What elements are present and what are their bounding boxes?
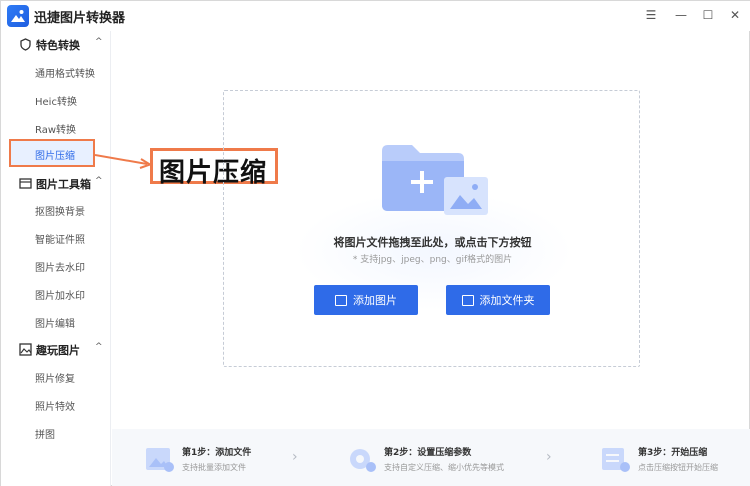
title-bar: 迅捷图片转换器 ☰ — ☐ ✕: [1, 1, 750, 31]
chevron-right-icon: ›: [546, 449, 552, 465]
step-title: 第2步：设置压缩参数: [384, 448, 472, 458]
fun-image-icon: [19, 343, 32, 356]
sidebar-item-photo-effects[interactable]: 照片特效: [35, 398, 75, 413]
sidebar-group-label: 图片工具箱: [36, 178, 91, 191]
sidebar-group-label: 特色转换: [36, 39, 80, 52]
chevron-up-icon: ^: [95, 342, 103, 352]
sidebar-item-id-photo[interactable]: 智能证件照: [35, 231, 85, 246]
close-button[interactable]: ✕: [725, 6, 745, 24]
sidebar-item-edit[interactable]: 图片编辑: [35, 315, 75, 330]
image-icon: [335, 294, 347, 306]
add-folder-button[interactable]: 添加文件夹: [446, 285, 550, 315]
sidebar-item-compress[interactable]: 图片压缩: [9, 139, 95, 167]
add-file-icon: [146, 448, 174, 472]
step-title: 第3步：开始压缩: [638, 448, 708, 458]
step-desc: 点击压缩按钮开始压缩: [638, 463, 718, 472]
sidebar-item-photo-repair[interactable]: 照片修复: [35, 370, 75, 385]
sidebar-group-toolbox[interactable]: 图片工具箱 ^: [1, 172, 111, 194]
app-title: 迅捷图片转换器: [34, 11, 126, 26]
sidebar-item-label: 图片压缩: [35, 151, 75, 162]
settings-icon: [350, 449, 376, 472]
app-logo-icon: [7, 5, 29, 27]
drop-zone[interactable]: 将图片文件拖拽至此处，或点击下方按钮 * 支持jpg、jpeg、png、gif格…: [223, 90, 640, 367]
folder-add-icon: [382, 145, 488, 215]
step-desc: 支持批量添加文件: [182, 463, 246, 472]
compress-file-icon: [602, 448, 630, 472]
toolbox-icon: [19, 178, 32, 189]
folder-plus-icon: [461, 294, 474, 306]
chevron-right-icon: ›: [292, 449, 298, 465]
add-image-button[interactable]: 添加图片: [314, 285, 418, 315]
sidebar-item-cutout[interactable]: 抠图换背景: [35, 203, 85, 218]
badge-icon: [20, 38, 31, 51]
sidebar: 特色转换 ^ 通用格式转换 Heic转换 Raw转换 图片压缩 图片工具箱 ^ …: [1, 31, 111, 486]
drop-zone-title: 将图片文件拖拽至此处，或点击下方按钮: [333, 236, 532, 249]
sidebar-item-remove-watermark[interactable]: 图片去水印: [35, 259, 85, 274]
sidebar-item-raw[interactable]: Raw转换: [35, 121, 76, 136]
sidebar-item-add-watermark[interactable]: 图片加水印: [35, 287, 85, 302]
sidebar-group-special-convert[interactable]: 特色转换 ^: [1, 33, 111, 55]
sidebar-group-label: 趣玩图片: [36, 344, 80, 357]
drop-zone-subtitle: * 支持jpg、jpeg、png、gif格式的图片: [352, 255, 513, 265]
sidebar-item-heic[interactable]: Heic转换: [35, 93, 77, 108]
sidebar-item-collage[interactable]: 拼图: [35, 426, 55, 441]
app-window: 迅捷图片转换器 ☰ — ☐ ✕ 特色转换 ^ 通用格式转换 Heic转换 Raw…: [0, 0, 750, 486]
maximize-button[interactable]: ☐: [698, 6, 718, 24]
chevron-up-icon: ^: [95, 37, 103, 47]
add-image-label: 添加图片: [353, 294, 397, 307]
sidebar-group-fun[interactable]: 趣玩图片 ^: [1, 338, 111, 360]
step-desc: 支持自定义压缩、缩小优先等模式: [384, 463, 504, 472]
callout-arrow: [95, 154, 153, 169]
chevron-up-icon: ^: [95, 176, 103, 186]
steps-bar: 第1步：添加文件 支持批量添加文件 › 第2步：设置压缩参数 支持自定义压缩、缩…: [112, 429, 750, 486]
step-title: 第1步：添加文件: [182, 448, 252, 458]
minimize-button[interactable]: —: [671, 6, 691, 24]
sidebar-item-format-convert[interactable]: 通用格式转换: [35, 65, 95, 80]
add-folder-label: 添加文件夹: [479, 294, 535, 307]
menu-icon[interactable]: ☰: [641, 6, 661, 24]
